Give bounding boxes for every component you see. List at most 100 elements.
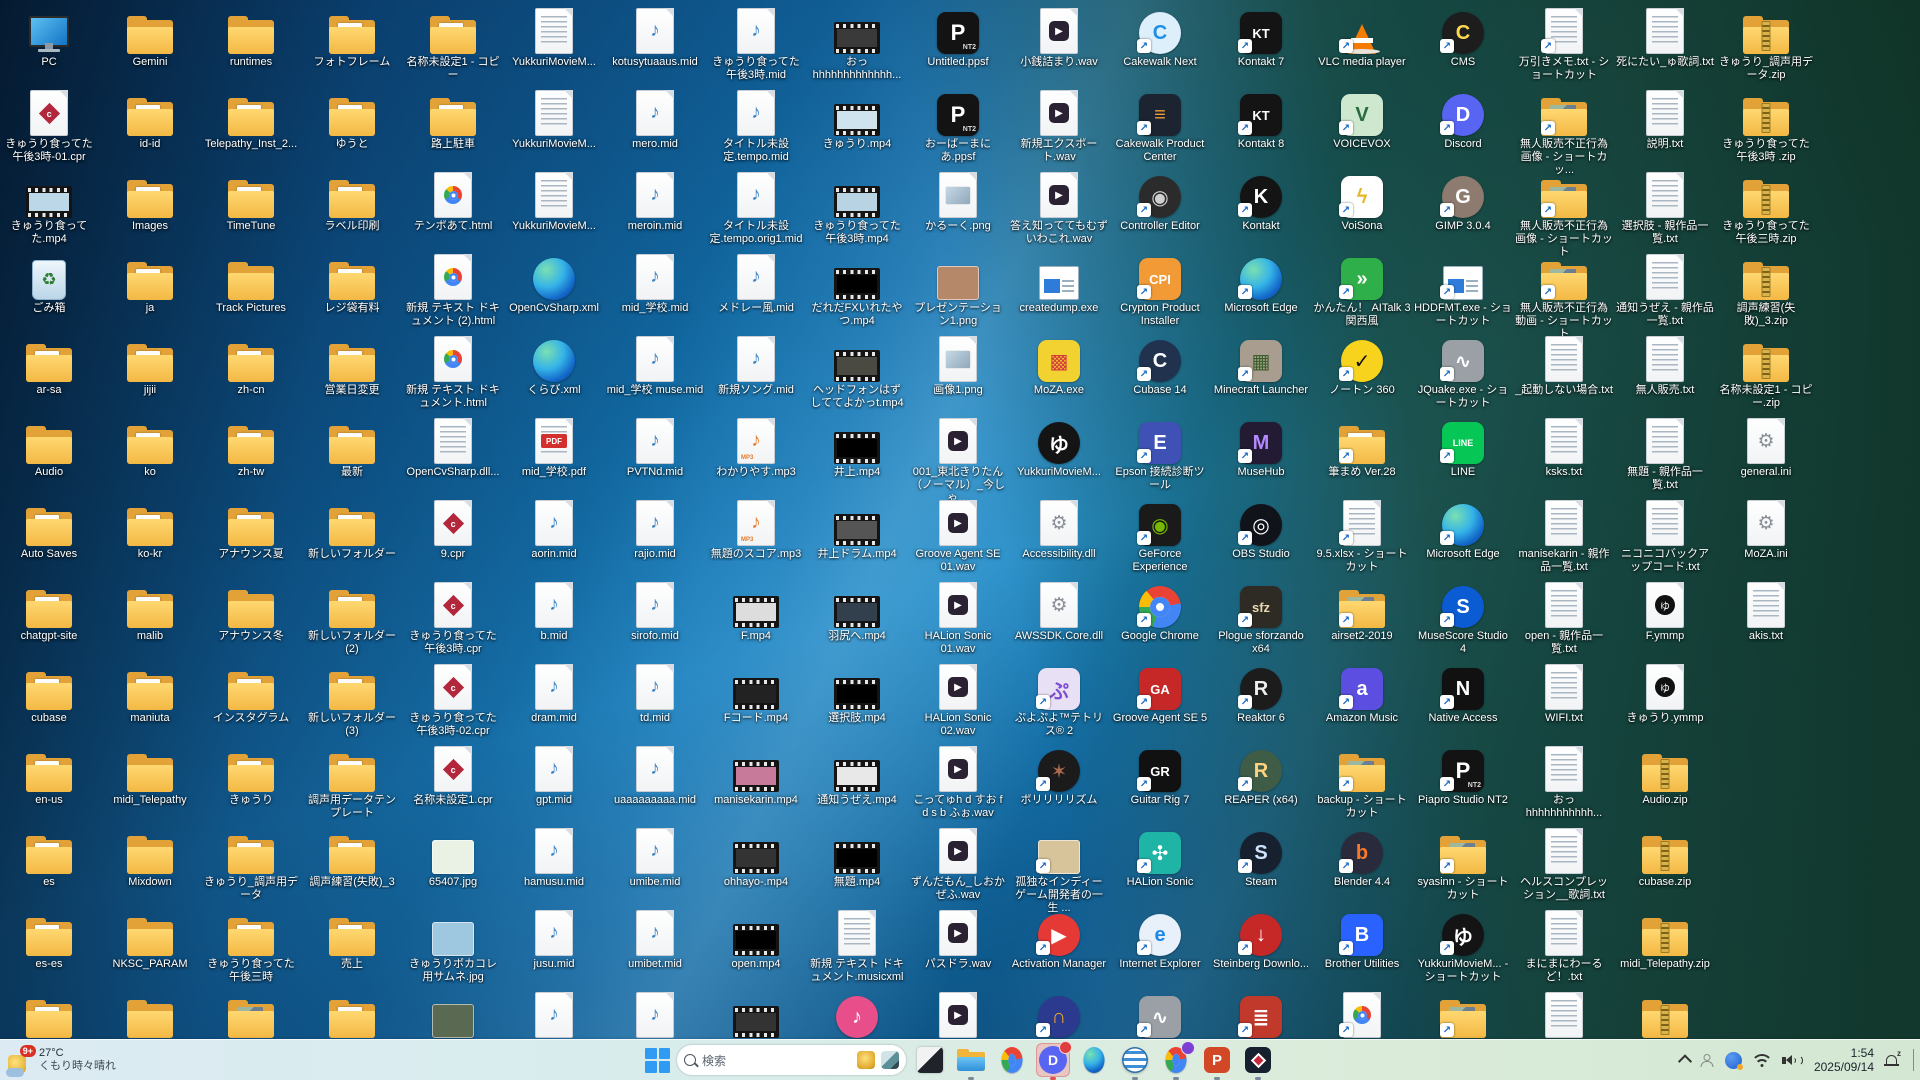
desktop-icon[interactable]: ♪ PVTNd.mid (609, 416, 701, 479)
desktop-icon[interactable]: malib (104, 580, 196, 643)
desktop-icon[interactable]: ▶ こってゅh d すお f d s b ふぉ.wav (912, 744, 1004, 820)
desktop-icon[interactable]: ♪ タイトル未設定.tempo.mid (710, 88, 802, 164)
desktop-icon[interactable]: ♪ mid_学校.mid (609, 252, 701, 315)
desktop-icon[interactable]: きゅうり.mp4 (811, 88, 903, 151)
desktop-icon[interactable]: ↗ backup - ショートカット (1316, 744, 1408, 820)
desktop-icon[interactable]: アナウンス冬 (205, 580, 297, 643)
desktop-icon[interactable]: Gemini (104, 6, 196, 69)
desktop-icon[interactable]: 新規 テキスト ドキュメント.musicxml (810, 908, 904, 984)
desktop-icon[interactable]: ↗ Microsoft Edge (1417, 498, 1509, 561)
desktop-icon[interactable]: 無題 - 親作品一覧.txt (1619, 416, 1711, 492)
desktop-icon[interactable]: ♪ aorin.mid (508, 498, 600, 561)
desktop-icon[interactable]: ↗ HDDFMT.exe - ショートカット (1414, 252, 1512, 328)
desktop-icon[interactable]: ▶ ずんだもん_しおかぜふ.wav (911, 826, 1005, 902)
desktop-icon[interactable]: ▶ パスドラ.wav (912, 908, 1004, 971)
desktop-icon[interactable]: ♪ 新規ソング.mid (710, 334, 802, 397)
desktop-icon[interactable]: ↗ 無人販売不正行為 画像 - ショートカッ... (1518, 88, 1610, 177)
desktop-icon[interactable]: YukkuriMovieM... (508, 6, 600, 69)
taskbar-discord-button[interactable]: D (1036, 1041, 1072, 1080)
desktop-icon[interactable]: 新規 テキスト ドキュメント.html (406, 334, 500, 410)
desktop-icon[interactable]: ♪ rajio.mid (609, 498, 701, 561)
desktop-icon[interactable]: 選択肢.mp4 (811, 662, 903, 725)
desktop-icon[interactable]: ♪ uaaaaaaaaa.mid (609, 744, 701, 807)
desktop-icon[interactable]: e ↗ Internet Explorer (1114, 908, 1206, 971)
desktop-icon[interactable]: KT ↗ Kontakt 7 (1215, 6, 1307, 69)
desktop-icon[interactable]: S ↗ MuseScore Studio 4 (1417, 580, 1509, 656)
desktop-icon[interactable]: S ↗ Steam (1215, 826, 1307, 889)
desktop-icon[interactable]: zh-tw (205, 416, 297, 479)
desktop-icon[interactable]: ◉ ↗ Controller Editor (1114, 170, 1206, 233)
desktop-icon[interactable]: きゅうり (205, 744, 297, 807)
desktop-icon[interactable]: ↗ Microsoft Edge (1215, 252, 1307, 315)
desktop-icon[interactable]: ♪ umibe.mid (609, 826, 701, 889)
desktop-icon[interactable]: ♪ MP3 わかりやす.mp3 (710, 416, 802, 479)
desktop-icon[interactable]: 営業日変更 (306, 334, 398, 397)
desktop-icon[interactable]: c きゅうり食ってた午後3時.cpr (407, 580, 499, 656)
desktop-icon[interactable]: ⚙ AWSSDK.Core.dll (1013, 580, 1105, 643)
desktop-icon[interactable]: KT ↗ Kontakt 8 (1215, 88, 1307, 151)
desktop-icon[interactable]: ↗ syasinn - ショートカット (1417, 826, 1509, 902)
desktop-icon[interactable]: ♪ td.mid (609, 662, 701, 725)
desktop-icon[interactable]: アナウンス夏 (205, 498, 297, 561)
desktop-icon[interactable]: akis.txt (1720, 580, 1812, 643)
desktop-icon[interactable]: ♪ MP3 無題のスコア.mp3 (710, 498, 802, 561)
desktop-icon[interactable]: ↗ 万引きメモ.txt - ショートカット (1518, 6, 1610, 82)
desktop-icon[interactable]: 売上 (306, 908, 398, 971)
desktop-icon[interactable]: ↗ 9.5.xlsx - ショートカット (1316, 498, 1408, 574)
desktop-icon[interactable]: Audio (3, 416, 95, 479)
taskbar-thumbnail-icon[interactable] (913, 1043, 947, 1077)
desktop-icon[interactable]: Audio.zip (1619, 744, 1711, 807)
desktop-icon[interactable]: M ↗ MuseHub (1215, 416, 1307, 479)
desktop-icon[interactable]: おっ hhhhhhhhhhh... (1518, 744, 1610, 820)
taskbar-chrome-button[interactable] (995, 1043, 1029, 1077)
search-box[interactable]: 検索 (677, 1045, 906, 1075)
desktop-icon[interactable]: Images (104, 170, 196, 233)
desktop-icon[interactable]: ϟ ↗ VoiSona (1316, 170, 1408, 233)
desktop-icon[interactable]: ↗ 無人販売不正行為 動画 - ショートカット (1515, 252, 1613, 341)
hidden-icons-chevron-icon[interactable] (1677, 1054, 1693, 1069)
desktop-icon[interactable] (710, 990, 802, 1040)
desktop-icon[interactable]: LINE ↗ LINE (1417, 416, 1509, 479)
desktop-icon[interactable]: D ↗ Discord (1417, 88, 1509, 151)
desktop-icon[interactable]: GA ↗ Groove Agent SE 5 (1113, 662, 1207, 725)
taskbar-globe-button[interactable] (1118, 1043, 1152, 1080)
desktop-icon[interactable]: ≣ ↗ (1215, 990, 1307, 1040)
desktop-icon[interactable]: ゆ F.ymmp (1619, 580, 1711, 643)
desktop-icon[interactable]: C ↗ Cakewalk Next (1114, 6, 1206, 69)
desktop-icon[interactable]: ↗ 孤独なインディーゲーム開発者の一生 ... (1013, 826, 1105, 915)
desktop-icon[interactable]: TimeTune (205, 170, 297, 233)
desktop-icon[interactable]: Track Pictures (205, 252, 297, 315)
desktop-icon[interactable]: ohhayo-.mp4 (710, 826, 802, 889)
desktop-icon[interactable]: OpenCvSharp.dll... (407, 416, 499, 479)
desktop-icon[interactable]: c 名称未設定1.cpr (407, 744, 499, 807)
desktop-icon[interactable]: CPI ↗ Crypton Product Installer (1114, 252, 1206, 328)
desktop-icon[interactable]: ja (104, 252, 196, 315)
desktop-icon[interactable]: ♪ (811, 990, 903, 1040)
desktop-icon[interactable]: ⚙ general.ini (1720, 416, 1812, 479)
desktop-icon[interactable]: 無題.mp4 (811, 826, 903, 889)
desktop-icon[interactable]: Telepathy_Inst_2... (205, 88, 297, 151)
desktop-icon[interactable]: 井上.mp4 (811, 416, 903, 479)
desktop-icon[interactable]: 通知うぜえ - 親作品一覧.txt (1616, 252, 1714, 328)
desktop-icon[interactable]: R ↗ REAPER (x64) (1215, 744, 1307, 807)
weather-widget[interactable]: 9+ 27°C くもり時々晴れ (6, 1040, 116, 1080)
desktop-icon[interactable]: 65407.jpg (407, 826, 499, 889)
desktop-icon[interactable]: ▶ 小銭詰まり.wav (1013, 6, 1105, 69)
desktop-icon[interactable]: 調声練習(失敗)_3.zip (1720, 252, 1812, 328)
desktop-icon[interactable]: N ↗ Native Access (1417, 662, 1509, 725)
start-button[interactable] (645, 1047, 670, 1073)
desktop-icon[interactable]: ラベル印刷 (306, 170, 398, 233)
tray-app-icon[interactable] (1724, 1051, 1743, 1070)
desktop-icon[interactable]: ▶ (912, 990, 1004, 1040)
desktop-icon[interactable]: 新しいフォルダー (306, 498, 398, 561)
desktop-icon[interactable]: ar-sa (3, 334, 95, 397)
desktop-icon[interactable]: Auto Saves (3, 498, 95, 561)
desktop-icon[interactable]: 調声練習(失敗)_3 (306, 826, 398, 889)
desktop-icon[interactable]: 名称未設定1 - コピー (407, 6, 499, 82)
desktop-icon[interactable]: 新しいフォルダー (3) (306, 662, 398, 738)
desktop-icon[interactable]: おっ hhhhhhhhhhhhh... (811, 6, 903, 82)
desktop-icon[interactable]: id-id (104, 88, 196, 151)
desktop-icon[interactable]: PC (3, 6, 95, 69)
desktop-icon[interactable]: V ↗ VOICEVOX (1316, 88, 1408, 151)
desktop-icon[interactable] (3, 990, 95, 1040)
